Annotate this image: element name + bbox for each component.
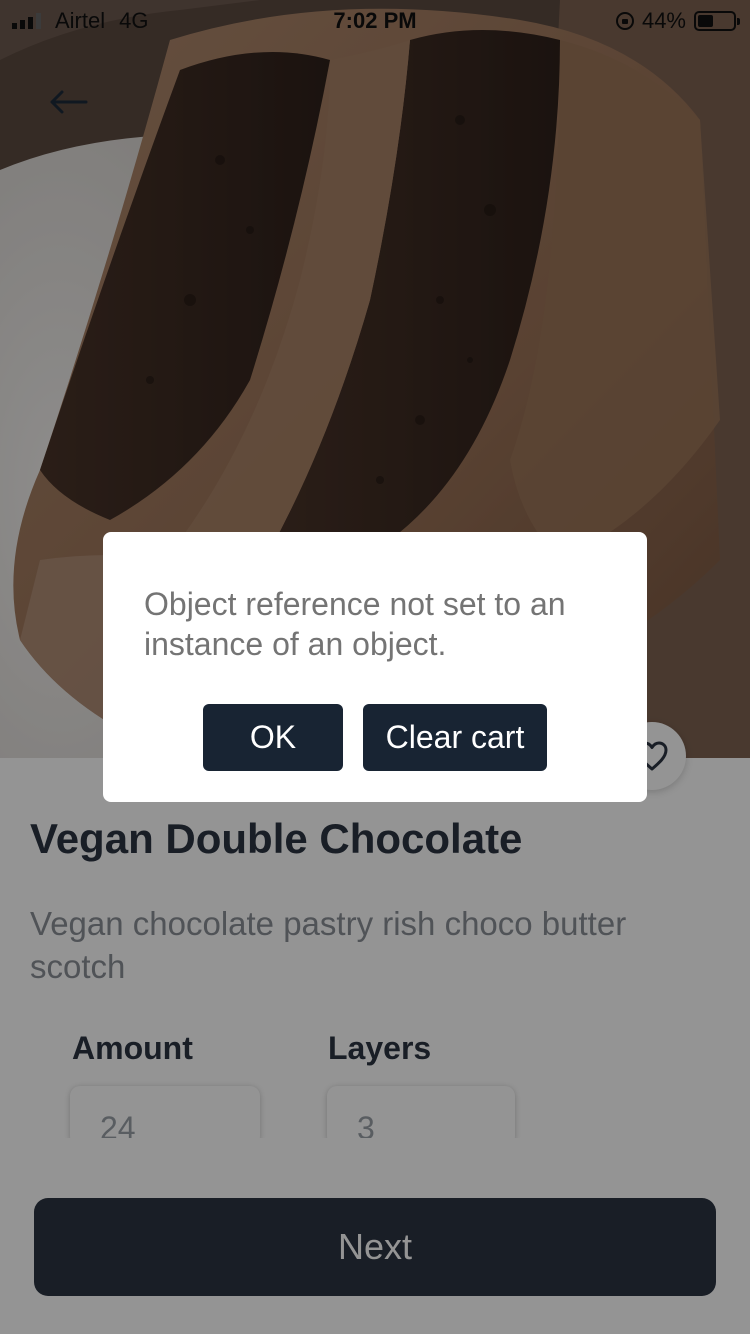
product-detail-screen: Airtel 4G 7:02 PM 44% Vegan Double Choco…: [0, 0, 750, 1334]
ok-button[interactable]: OK: [203, 704, 343, 771]
clear-cart-button[interactable]: Clear cart: [363, 704, 547, 771]
dialog-message: Object reference not set to an instance …: [144, 586, 566, 662]
error-dialog: Object reference not set to an instance …: [103, 532, 647, 802]
